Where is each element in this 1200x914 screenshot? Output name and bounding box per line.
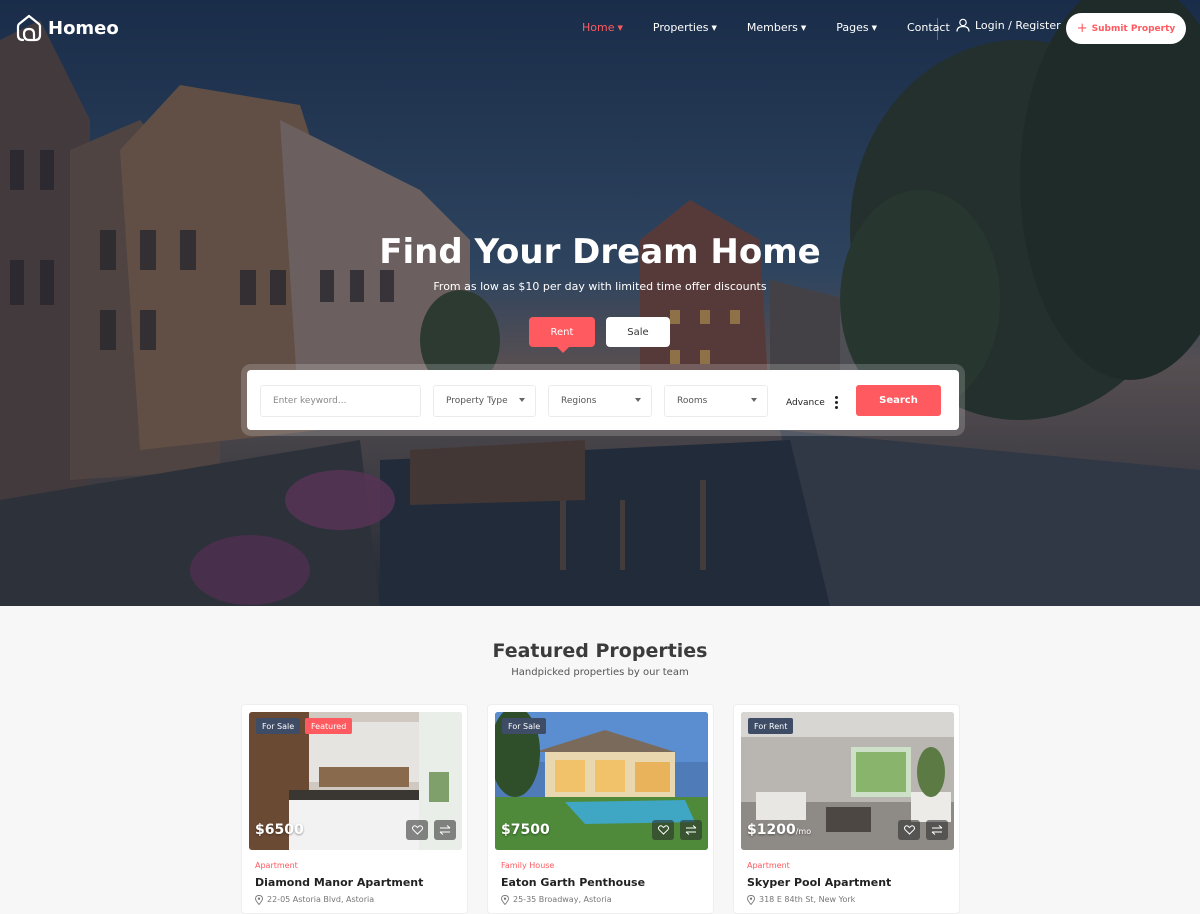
dropdown-arrow-icon	[519, 398, 525, 402]
keyword-field	[260, 385, 421, 417]
featured-badge: Featured	[305, 718, 353, 734]
advance-toggle[interactable]: Advance	[786, 396, 838, 409]
hero-subtitle: From as low as $10 per day with limited …	[433, 280, 767, 293]
property-type-select[interactable]: Property Type	[433, 385, 536, 417]
menu-item-members[interactable]: Members ▼	[747, 21, 806, 34]
property-card[interactable]: For Sale $7500 Family House Eaton Garth …	[487, 704, 714, 914]
login-register-link[interactable]: Login / Register	[956, 18, 1061, 32]
dropdown-arrow-icon	[635, 398, 641, 402]
compare-button[interactable]	[680, 820, 702, 840]
property-name[interactable]: Eaton Garth Penthouse	[501, 876, 645, 889]
map-pin-icon	[747, 895, 755, 905]
property-address: 318 E 84th St, New York	[747, 895, 855, 905]
house-logo-icon	[16, 14, 42, 42]
favorite-button[interactable]	[652, 820, 674, 840]
property-image[interactable]: For Rent $1200/mo	[741, 712, 954, 850]
property-price: $7500	[501, 822, 550, 838]
search-form: Property Type Regions Rooms Advance Sear…	[247, 370, 959, 430]
map-pin-icon	[501, 895, 509, 905]
property-address: 25-35 Broadway, Astoria	[501, 895, 612, 905]
login-register-label: Login / Register	[975, 18, 1061, 32]
property-address: 22-05 Astoria Blvd, Astoria	[255, 895, 374, 905]
hero-title: Find Your Dream Home	[379, 232, 821, 272]
featured-subtitle: Handpicked properties by our team	[511, 667, 689, 678]
property-card[interactable]: For Rent $1200/mo Apartment Skyper Pool …	[733, 704, 960, 914]
property-name[interactable]: Skyper Pool Apartment	[747, 876, 891, 889]
status-badge: For Sale	[256, 718, 301, 734]
user-icon	[956, 18, 970, 32]
brand-logo[interactable]: Homeo	[16, 14, 119, 42]
submit-property-label: Submit Property	[1091, 23, 1176, 34]
property-card[interactable]: For Sale Featured $6500 Apartment Diamon…	[241, 704, 468, 914]
compare-arrows-icon	[685, 825, 697, 835]
property-image[interactable]: For Sale Featured $6500	[249, 712, 462, 850]
compare-arrows-icon	[931, 825, 943, 835]
heart-icon	[657, 825, 669, 835]
rooms-select[interactable]: Rooms	[664, 385, 768, 417]
menu-item-properties[interactable]: Properties ▼	[653, 21, 717, 34]
property-type-label: Property Type	[446, 396, 508, 406]
main-menu: Home ▼ Properties ▼ Members ▼ Pages ▼ Contac…	[582, 21, 980, 34]
search-button[interactable]: Search	[856, 385, 941, 416]
status-badge: For Sale	[502, 718, 547, 734]
plus-icon: +	[1076, 21, 1088, 36]
hero-section	[0, 0, 1200, 606]
advance-label: Advance	[786, 397, 825, 408]
compare-arrows-icon	[439, 825, 451, 835]
heart-icon	[411, 825, 423, 835]
favorite-button[interactable]	[898, 820, 920, 840]
compare-button[interactable]	[434, 820, 456, 840]
hero-overlay	[0, 0, 1200, 606]
heart-icon	[903, 825, 915, 835]
tab-sale[interactable]: Sale	[606, 317, 670, 347]
menu-item-contact[interactable]: Contact	[907, 21, 950, 34]
submit-property-button[interactable]: + Submit Property	[1066, 13, 1186, 44]
menu-item-home[interactable]: Home ▼	[582, 21, 623, 34]
property-type: Apartment	[255, 861, 298, 870]
featured-title: Featured Properties	[492, 640, 708, 662]
chevron-down-icon: ▼	[800, 24, 807, 32]
compare-button[interactable]	[926, 820, 948, 840]
property-name[interactable]: Diamond Manor Apartment	[255, 876, 423, 889]
chevron-down-icon: ▼	[871, 24, 877, 32]
rooms-label: Rooms	[677, 396, 708, 406]
keyword-input[interactable]	[273, 396, 420, 406]
more-vertical-icon	[834, 396, 838, 409]
nav-divider	[937, 18, 938, 40]
status-badge: For Rent	[748, 718, 794, 734]
dropdown-arrow-icon	[751, 398, 757, 402]
property-type: Family House	[501, 861, 555, 870]
regions-label: Regions	[561, 396, 597, 406]
regions-select[interactable]: Regions	[548, 385, 652, 417]
property-type: Apartment	[747, 861, 790, 870]
menu-item-pages[interactable]: Pages ▼	[836, 21, 877, 34]
property-price: $6500	[255, 822, 304, 838]
brand-name: Homeo	[48, 17, 119, 39]
property-price: $1200/mo	[747, 822, 812, 838]
top-navbar: Homeo Home ▼ Properties ▼ Members ▼ Pages ▼ …	[0, 0, 1200, 57]
tab-rent[interactable]: Rent	[529, 317, 595, 353]
map-pin-icon	[255, 895, 263, 905]
favorite-button[interactable]	[406, 820, 428, 840]
chevron-down-icon: ▼	[617, 24, 623, 32]
chevron-down-icon: ▼	[711, 24, 717, 32]
property-image[interactable]: For Sale $7500	[495, 712, 708, 850]
